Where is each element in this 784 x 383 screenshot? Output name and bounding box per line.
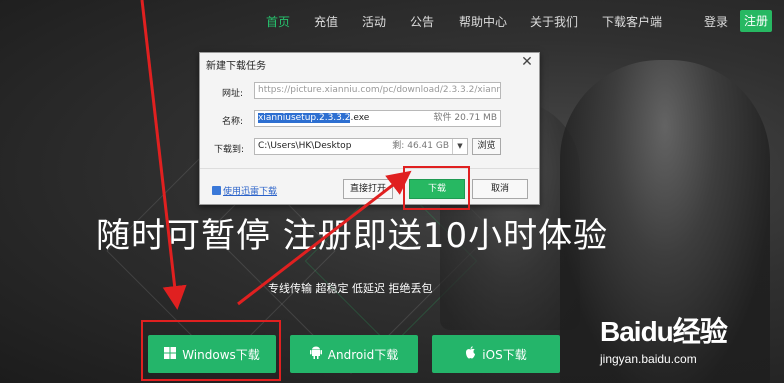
arrow-to-windows (140, 0, 187, 310)
baidu-watermark: Baidu经验 jingyan.baidu.com (600, 310, 728, 366)
baidu-logo: Baidu经验 (600, 316, 728, 347)
baidu-url: jingyan.baidu.com (600, 352, 697, 366)
arrow-to-download (237, 170, 412, 306)
